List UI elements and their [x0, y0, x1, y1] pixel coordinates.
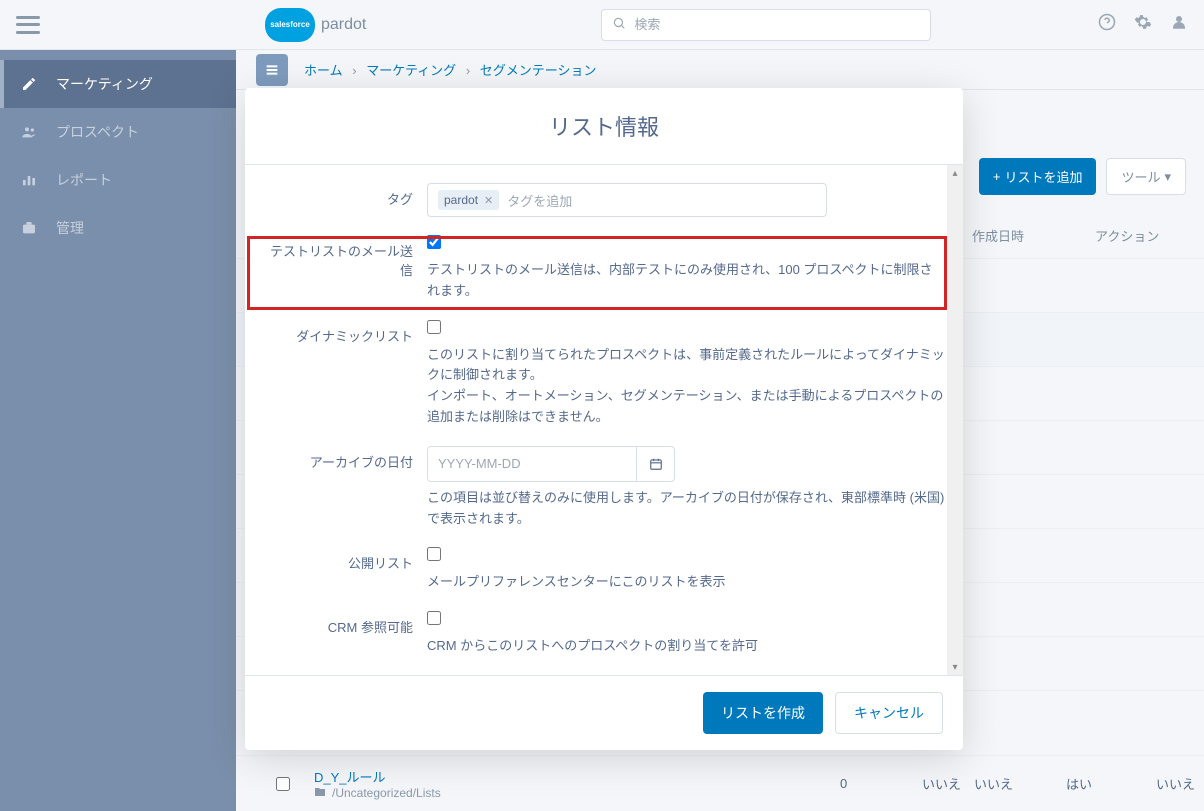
- list-icon: [256, 54, 288, 86]
- search-icon: [612, 16, 626, 33]
- breadcrumb: ホーム › マーケティング › セグメンテーション: [236, 50, 1204, 90]
- row-name[interactable]: D_Y_ルール: [314, 767, 441, 786]
- dynamic-help2: インポート、オートメーション、セグメンテーション、または手動によるプロスペクトの…: [427, 386, 945, 428]
- testlist-help: テストリストのメール送信は、内部テストにのみ使用され、100 プロスペクトに制限…: [427, 260, 945, 302]
- table-row[interactable]: D_Y_ルール /Uncategorized/Lists 0 いいえ いいえ は…: [236, 755, 1204, 811]
- archive-help: この項目は並び替えのみに使用します。アーカイブの日付が保存され、東部標準時 (米…: [427, 488, 945, 530]
- modal-title: リスト情報: [245, 110, 963, 142]
- breadcrumb-home[interactable]: ホーム: [304, 63, 343, 78]
- people-icon: [20, 123, 38, 141]
- tag-input[interactable]: pardot ✕ タグを追加: [427, 183, 827, 217]
- tag-label: タグ: [263, 183, 427, 217]
- cancel-button[interactable]: キャンセル: [835, 692, 943, 734]
- row-cell: いいえ: [1156, 774, 1195, 793]
- sidebar-item-prospects[interactable]: プロスペクト: [0, 108, 236, 156]
- sidebar-item-label: レポート: [56, 170, 112, 190]
- chevron-right-icon: ›: [466, 63, 470, 78]
- sidebar-item-reports[interactable]: レポート: [0, 156, 236, 204]
- breadcrumb-segmentation[interactable]: セグメンテーション: [480, 63, 597, 78]
- field-tag: タグ pardot ✕ タグを追加: [245, 183, 963, 217]
- action-bar: + リストを追加 ツール ▾: [979, 158, 1186, 195]
- close-icon[interactable]: ✕: [484, 194, 493, 207]
- plus-icon: +: [993, 169, 1001, 184]
- testlist-checkbox[interactable]: [427, 235, 441, 249]
- modal-footer: リストを作成 キャンセル: [245, 675, 963, 750]
- public-help: メールプリファレンスセンターにこのリストを表示: [427, 572, 945, 593]
- calendar-icon[interactable]: [636, 447, 674, 481]
- column-actions: アクション: [1095, 226, 1159, 245]
- field-dynamic: ダイナミックリスト このリストに割り当てられたプロスペクトは、事前定義されたルー…: [245, 320, 963, 428]
- chevron-right-icon: ›: [352, 63, 356, 78]
- folder-icon: [314, 786, 326, 801]
- breadcrumb-marketing[interactable]: マーケティング: [366, 63, 456, 78]
- field-archive: アーカイブの日付 この項目は並び替えのみに使用します。アーカイブの日付が保存され…: [245, 446, 963, 530]
- scroll-up-icon[interactable]: ▴: [947, 165, 963, 181]
- modal-scrollbar[interactable]: ▴ ▾: [947, 165, 963, 675]
- tools-label: ツール: [1121, 167, 1160, 186]
- add-list-label: リストを追加: [1004, 167, 1082, 186]
- field-crm: CRM 参照可能 CRM からこのリストへのプロスペクトの割り当てを許可: [245, 611, 963, 657]
- scroll-down-icon[interactable]: ▾: [947, 659, 963, 675]
- search-field[interactable]: [634, 17, 920, 32]
- create-list-button[interactable]: リストを作成: [703, 692, 823, 734]
- search-input[interactable]: [601, 9, 931, 41]
- archive-date-input[interactable]: [427, 446, 675, 482]
- tag-chip[interactable]: pardot ✕: [438, 190, 499, 210]
- sidebar-item-label: マーケティング: [56, 74, 153, 94]
- pencil-icon: [20, 75, 38, 93]
- logo-text: pardot: [321, 16, 366, 34]
- field-testlist: テストリストのメール送信 テストリストのメール送信は、内部テストにのみ使用され、…: [245, 235, 963, 302]
- field-public: 公開リスト メールプリファレンスセンターにこのリストを表示: [245, 547, 963, 593]
- help-icon[interactable]: [1098, 13, 1116, 36]
- archive-date-field[interactable]: [428, 456, 636, 471]
- row-count: 0: [840, 776, 847, 791]
- crm-label: CRM 参照可能: [263, 611, 427, 657]
- sidebar-item-marketing[interactable]: マーケティング: [0, 60, 236, 108]
- dynamic-help: このリストに割り当てられたプロスペクトは、事前定義されたルールによってダイナミッ…: [427, 345, 945, 387]
- public-label: 公開リスト: [263, 547, 427, 593]
- row-cell: はい: [1066, 774, 1092, 793]
- modal-body: タグ pardot ✕ タグを追加 テストリストのメール送信 テスト: [245, 165, 963, 675]
- add-list-button[interactable]: + リストを追加: [979, 158, 1097, 195]
- hamburger-icon[interactable]: [16, 16, 40, 34]
- crm-help: CRM からこのリストへのプロスペクトの割り当てを許可: [427, 636, 945, 657]
- logo[interactable]: salesforce pardot: [265, 8, 366, 42]
- tag-placeholder: タグを追加: [507, 191, 572, 210]
- chart-icon: [20, 171, 38, 189]
- chevron-down-icon: ▾: [1164, 169, 1171, 185]
- dynamic-checkbox[interactable]: [427, 320, 441, 334]
- modal-list-info: リスト情報 タグ pardot ✕ タグを追加 テストリストの: [245, 88, 963, 750]
- dynamic-label: ダイナミックリスト: [263, 320, 427, 428]
- row-path: /Uncategorized/Lists: [332, 786, 441, 800]
- row-cell: いいえ: [922, 774, 962, 793]
- topbar: salesforce pardot: [0, 0, 1204, 50]
- sidebar: マーケティング プロスペクト レポート 管理: [0, 50, 236, 811]
- modal-header: リスト情報: [245, 88, 963, 165]
- crm-checkbox[interactable]: [427, 611, 441, 625]
- row-cell: いいえ: [974, 774, 1013, 793]
- row-checkbox[interactable]: [276, 777, 290, 791]
- public-checkbox[interactable]: [427, 547, 441, 561]
- tools-button[interactable]: ツール ▾: [1106, 158, 1186, 195]
- user-icon[interactable]: [1170, 13, 1188, 36]
- tag-chip-text: pardot: [444, 193, 478, 207]
- sidebar-item-label: プロスペクト: [56, 122, 139, 142]
- column-created-at[interactable]: 作成日時: [972, 226, 1024, 245]
- testlist-label: テストリストのメール送信: [263, 235, 427, 302]
- archive-label: アーカイブの日付: [263, 446, 427, 530]
- gear-icon[interactable]: [1134, 13, 1152, 36]
- salesforce-cloud-icon: salesforce: [265, 8, 315, 42]
